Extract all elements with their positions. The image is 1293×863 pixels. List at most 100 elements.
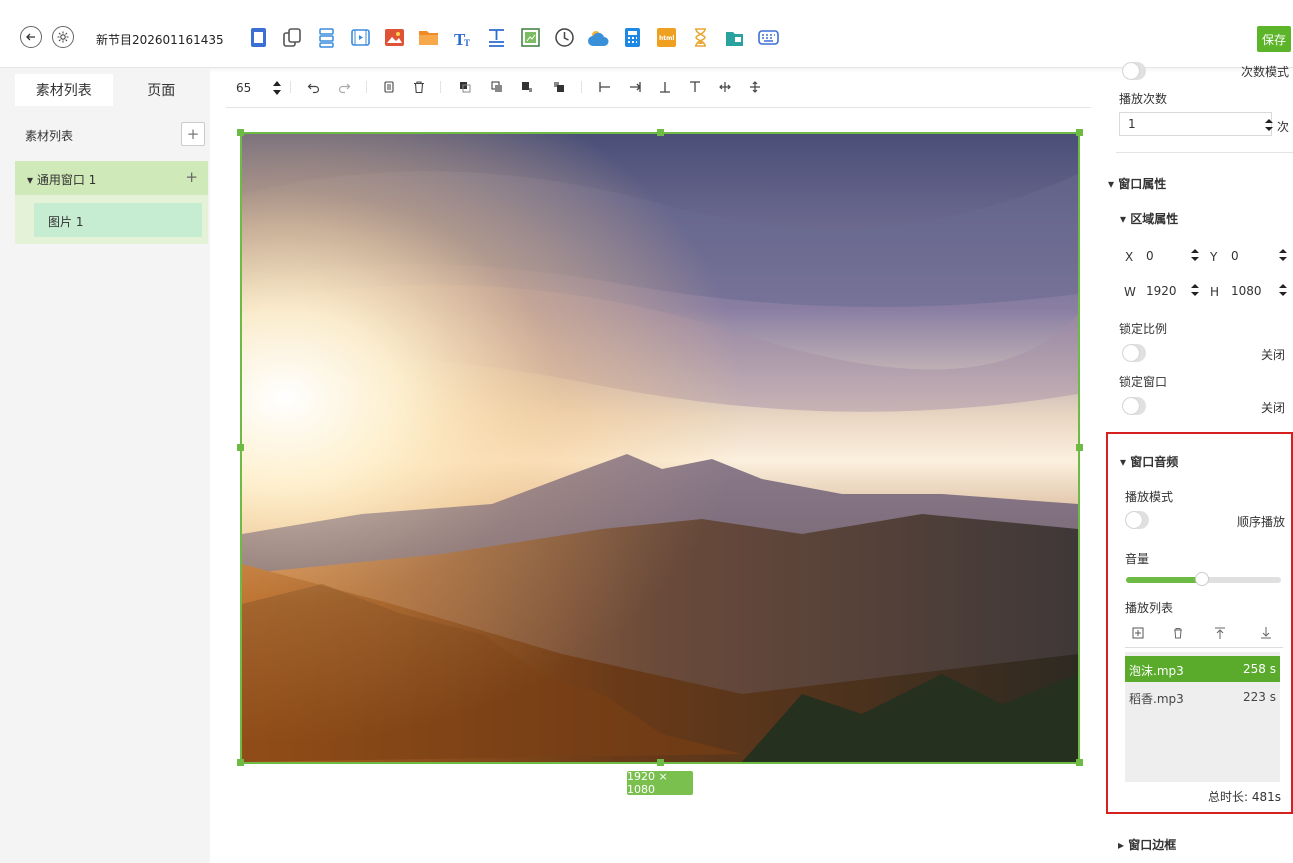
- zoom-input[interactable]: [228, 81, 258, 95]
- multiline-text-tool-button[interactable]: [485, 26, 508, 49]
- align-top-button[interactable]: [686, 78, 704, 96]
- playlist-item[interactable]: 稻香.mp3 223 s: [1125, 684, 1280, 710]
- copy-element-button[interactable]: [380, 78, 398, 96]
- add-audio-icon[interactable]: [1131, 626, 1145, 640]
- bring-forward-button[interactable]: [518, 78, 536, 96]
- clock-tool-button[interactable]: [553, 26, 576, 49]
- playlist-item[interactable]: 泡沫.mp3 258 s: [1125, 656, 1280, 682]
- keyboard-tool-button[interactable]: [757, 26, 780, 49]
- left-panel: 素材列表 页面 素材列表 + ▾ 通用窗口 1 + 图片 1: [0, 68, 210, 863]
- align-bottom-button[interactable]: [656, 78, 674, 96]
- move-top-icon[interactable]: [1213, 626, 1227, 640]
- toolbar-divider: [366, 81, 367, 93]
- resize-handle[interactable]: [237, 759, 244, 766]
- spinner-icon[interactable]: [1278, 248, 1288, 262]
- play-mode-toggle[interactable]: [1125, 511, 1149, 529]
- add-to-window-button[interactable]: +: [185, 168, 198, 186]
- region-properties-title[interactable]: ▾ 区域属性: [1120, 210, 1178, 227]
- resize-handle[interactable]: [657, 129, 664, 136]
- send-back-icon: [491, 81, 502, 92]
- resize-handle[interactable]: [237, 444, 244, 451]
- width-input[interactable]: [1137, 279, 1197, 303]
- gear-icon: [57, 31, 69, 43]
- weather-tool-button[interactable]: [587, 26, 610, 49]
- calculator-tool-button[interactable]: [621, 26, 644, 49]
- h-label: H: [1210, 285, 1220, 299]
- text-icon: TT: [454, 30, 470, 49]
- lock-window-toggle[interactable]: [1122, 397, 1146, 415]
- copy-icon: [384, 81, 394, 93]
- text-tool-button[interactable]: TT: [451, 26, 474, 49]
- arrow-left-icon: [26, 33, 35, 41]
- material-item-label: 图片 1: [48, 215, 84, 229]
- align-right-button[interactable]: [626, 78, 644, 96]
- x-input[interactable]: [1137, 244, 1197, 268]
- resize-handle[interactable]: [1076, 759, 1083, 766]
- align-horizontal-center-button[interactable]: [716, 78, 734, 96]
- copy-icon: [283, 28, 301, 47]
- back-button[interactable]: [20, 26, 42, 48]
- resize-handle[interactable]: [657, 759, 664, 766]
- bring-forward-icon: [522, 82, 532, 92]
- tab-materials[interactable]: 素材列表: [15, 74, 113, 106]
- play-mode-label: 播放模式: [1125, 490, 1174, 504]
- spinner-icon[interactable]: [1264, 118, 1274, 132]
- play-count-label: 播放次数: [1119, 92, 1168, 106]
- bring-front-icon: [460, 82, 471, 93]
- window-audio-section: ▾ 窗口音频 播放模式 顺序播放 音量 播放列表 泡沫.mp3 258 s 稻香…: [1106, 432, 1293, 814]
- align-left-button[interactable]: [596, 78, 614, 96]
- material-list-title: 素材列表: [25, 129, 74, 143]
- volume-handle[interactable]: [1194, 572, 1209, 586]
- spinner-icon[interactable]: [1278, 283, 1288, 297]
- spinner-icon[interactable]: [1190, 283, 1200, 297]
- align-hcenter-icon: [719, 82, 731, 92]
- copy-tool-button[interactable]: [281, 26, 304, 49]
- save-button[interactable]: 保存: [1257, 26, 1291, 52]
- play-count-input[interactable]: [1119, 112, 1272, 136]
- spinner-icon[interactable]: [272, 80, 282, 96]
- volume-slider[interactable]: [1126, 572, 1281, 586]
- height-input[interactable]: [1222, 279, 1282, 303]
- send-to-back-button[interactable]: [488, 78, 506, 96]
- material-item-picture[interactable]: 图片 1: [34, 203, 202, 237]
- undo-button[interactable]: [305, 78, 323, 96]
- resize-handle[interactable]: [1076, 129, 1083, 136]
- redo-button[interactable]: [335, 78, 353, 96]
- folder-tool-button[interactable]: [417, 26, 440, 49]
- lock-ratio-state: 关闭: [1260, 348, 1285, 362]
- settings-button[interactable]: [52, 26, 74, 48]
- align-right-icon: [630, 82, 641, 92]
- tab-pages[interactable]: 页面: [113, 74, 211, 106]
- delete-element-button[interactable]: [410, 78, 428, 96]
- hourglass-tool-button[interactable]: [689, 26, 712, 49]
- canvas-preview[interactable]: [240, 132, 1080, 764]
- loop-mode-toggle[interactable]: [1122, 62, 1146, 80]
- spinner-icon[interactable]: [1190, 248, 1200, 262]
- add-material-button[interactable]: +: [181, 122, 205, 146]
- window-item[interactable]: ▾ 通用窗口 1 +: [15, 161, 208, 195]
- window-border-title[interactable]: ▸ 窗口边框: [1118, 836, 1176, 853]
- video-tool-button[interactable]: [349, 26, 372, 49]
- delete-audio-icon[interactable]: [1171, 626, 1185, 640]
- y-input[interactable]: [1222, 244, 1282, 268]
- resize-handle[interactable]: [1076, 444, 1083, 451]
- move-bottom-icon[interactable]: [1259, 626, 1273, 640]
- trash-icon: [414, 81, 424, 94]
- track-name: 稻香.mp3: [1129, 692, 1184, 706]
- list-tool-button[interactable]: [315, 26, 338, 49]
- table-tool-button[interactable]: [519, 26, 542, 49]
- file-tool-button[interactable]: [723, 26, 746, 49]
- bring-to-front-button[interactable]: [456, 78, 474, 96]
- resize-handle[interactable]: [237, 129, 244, 136]
- image-tool-button[interactable]: [383, 26, 406, 49]
- window-properties-title[interactable]: ▾ 窗口属性: [1108, 175, 1166, 192]
- page-tool-button[interactable]: [247, 26, 270, 49]
- properties-panel: 次数模式 播放次数 次 ▾ 窗口属性 ▾ 区域属性 X Y W H 锁定比例 关…: [1100, 62, 1293, 863]
- track-duration: 223 s: [1243, 690, 1276, 704]
- window-audio-title[interactable]: ▾ 窗口音频: [1120, 453, 1178, 470]
- align-vertical-center-button[interactable]: [746, 78, 764, 96]
- section-divider: [1116, 152, 1293, 153]
- send-backward-button[interactable]: [550, 78, 568, 96]
- html-tool-button[interactable]: html: [655, 26, 678, 49]
- lock-ratio-toggle[interactable]: [1122, 344, 1146, 362]
